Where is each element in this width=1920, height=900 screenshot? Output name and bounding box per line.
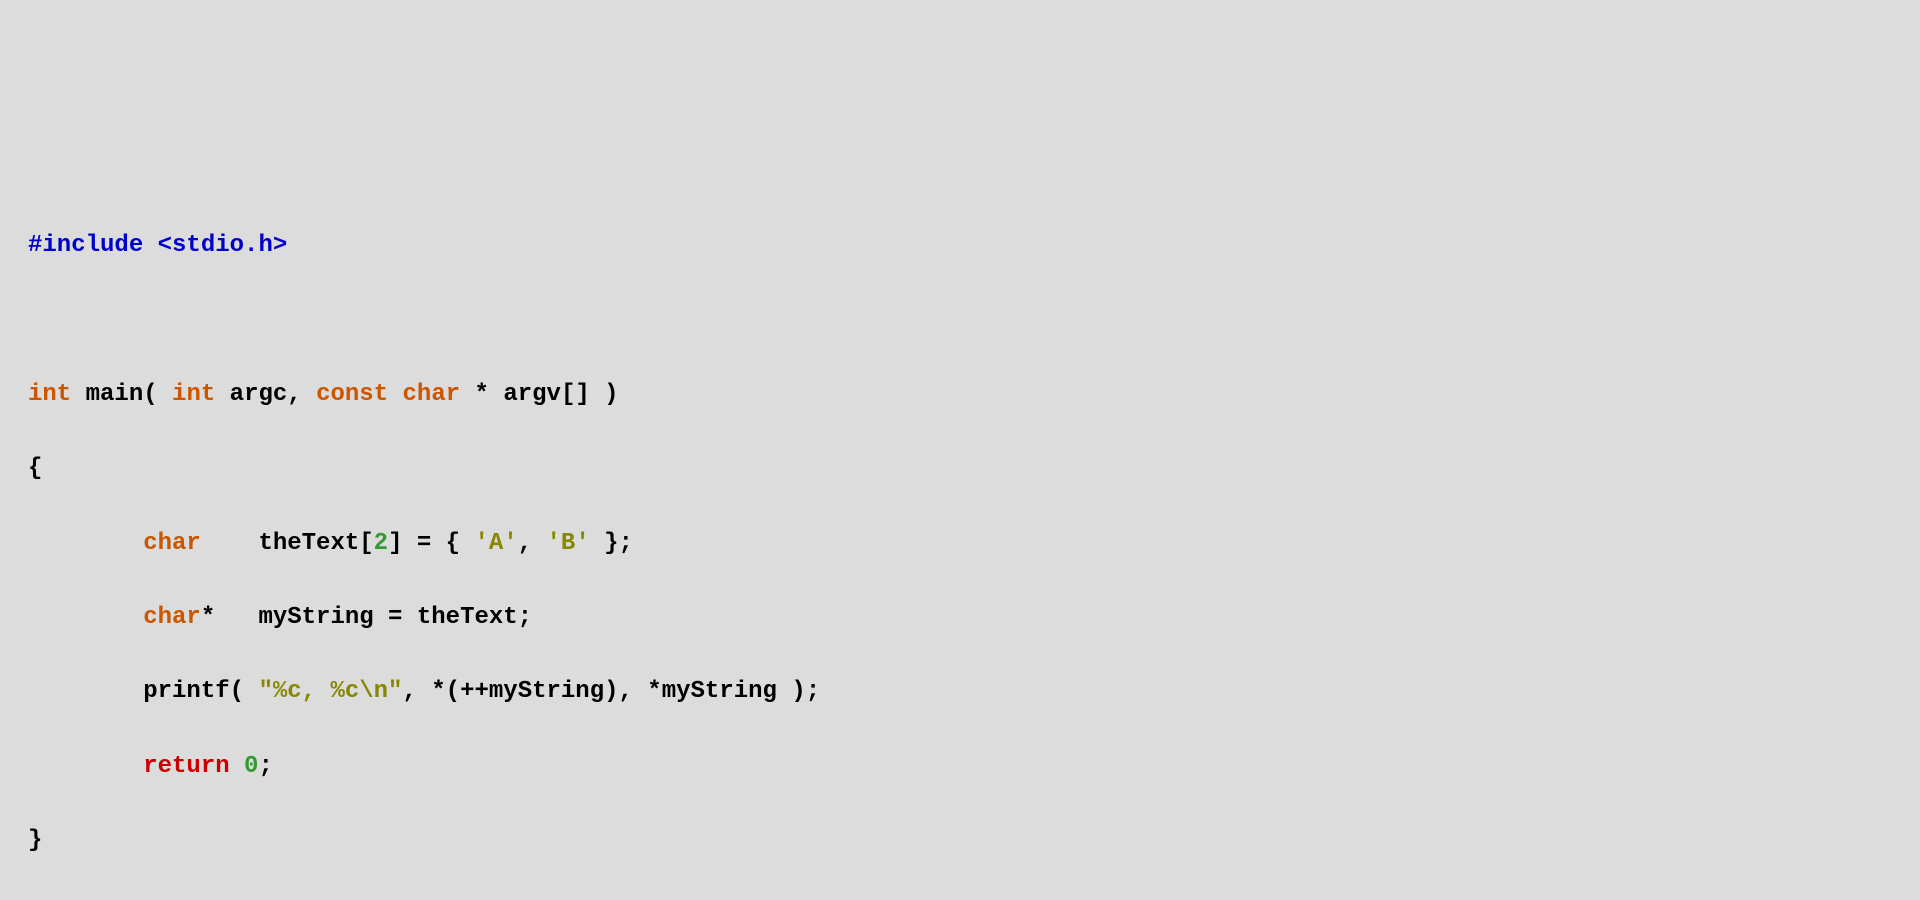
bracket-eq-brace: ] = { [388,530,474,557]
printf-call: printf( [143,678,258,705]
code-line-8: return 0; [28,748,1920,785]
code-line-2 [28,302,1920,339]
char-b: 'B' [547,530,590,557]
close-brace-semi: }; [590,530,633,557]
keyword-return: return [143,753,229,780]
code-block: #include <stdio.h> int main( int argc, c… [0,0,1920,897]
var-thetext: theText[ [201,530,374,557]
preprocessor-hash: #include [28,232,143,259]
code-line-6: char* myString = theText; [28,599,1920,636]
format-string: "%c, %c\n" [258,678,402,705]
comma: , [518,530,547,557]
code-line-4: { [28,450,1920,487]
indent [28,604,143,631]
indent [28,530,143,557]
close-brace: } [28,827,42,854]
param-name-argv: * argv[] ) [460,381,618,408]
param-type-int: int [172,381,215,408]
code-line-9: } [28,822,1920,859]
code-line-1: #include <stdio.h> [28,227,1920,264]
char-a: 'A' [474,530,517,557]
keyword-char: char [403,381,461,408]
code-line-7: printf( "%c, %c\n", *(++myString), *mySt… [28,673,1920,710]
func-name: main( [71,381,172,408]
keyword-char: char [143,530,201,557]
indent [28,753,143,780]
return-value: 0 [244,753,258,780]
code-line-3: int main( int argc, const char * argv[] … [28,376,1920,413]
var-mystring: * myString = theText; [201,604,532,631]
keyword-char-ptr: char [143,604,201,631]
indent [28,678,143,705]
space [230,753,244,780]
space [388,381,402,408]
printf-args: , *(++myString), *myString ); [402,678,820,705]
param-name-argc: argc, [215,381,316,408]
open-brace: { [28,455,42,482]
semicolon: ; [258,753,272,780]
code-line-5: char theText[2] = { 'A', 'B' }; [28,525,1920,562]
array-size: 2 [374,530,388,557]
keyword-const: const [316,381,388,408]
return-type: int [28,381,71,408]
include-file: <stdio.h> [143,232,287,259]
